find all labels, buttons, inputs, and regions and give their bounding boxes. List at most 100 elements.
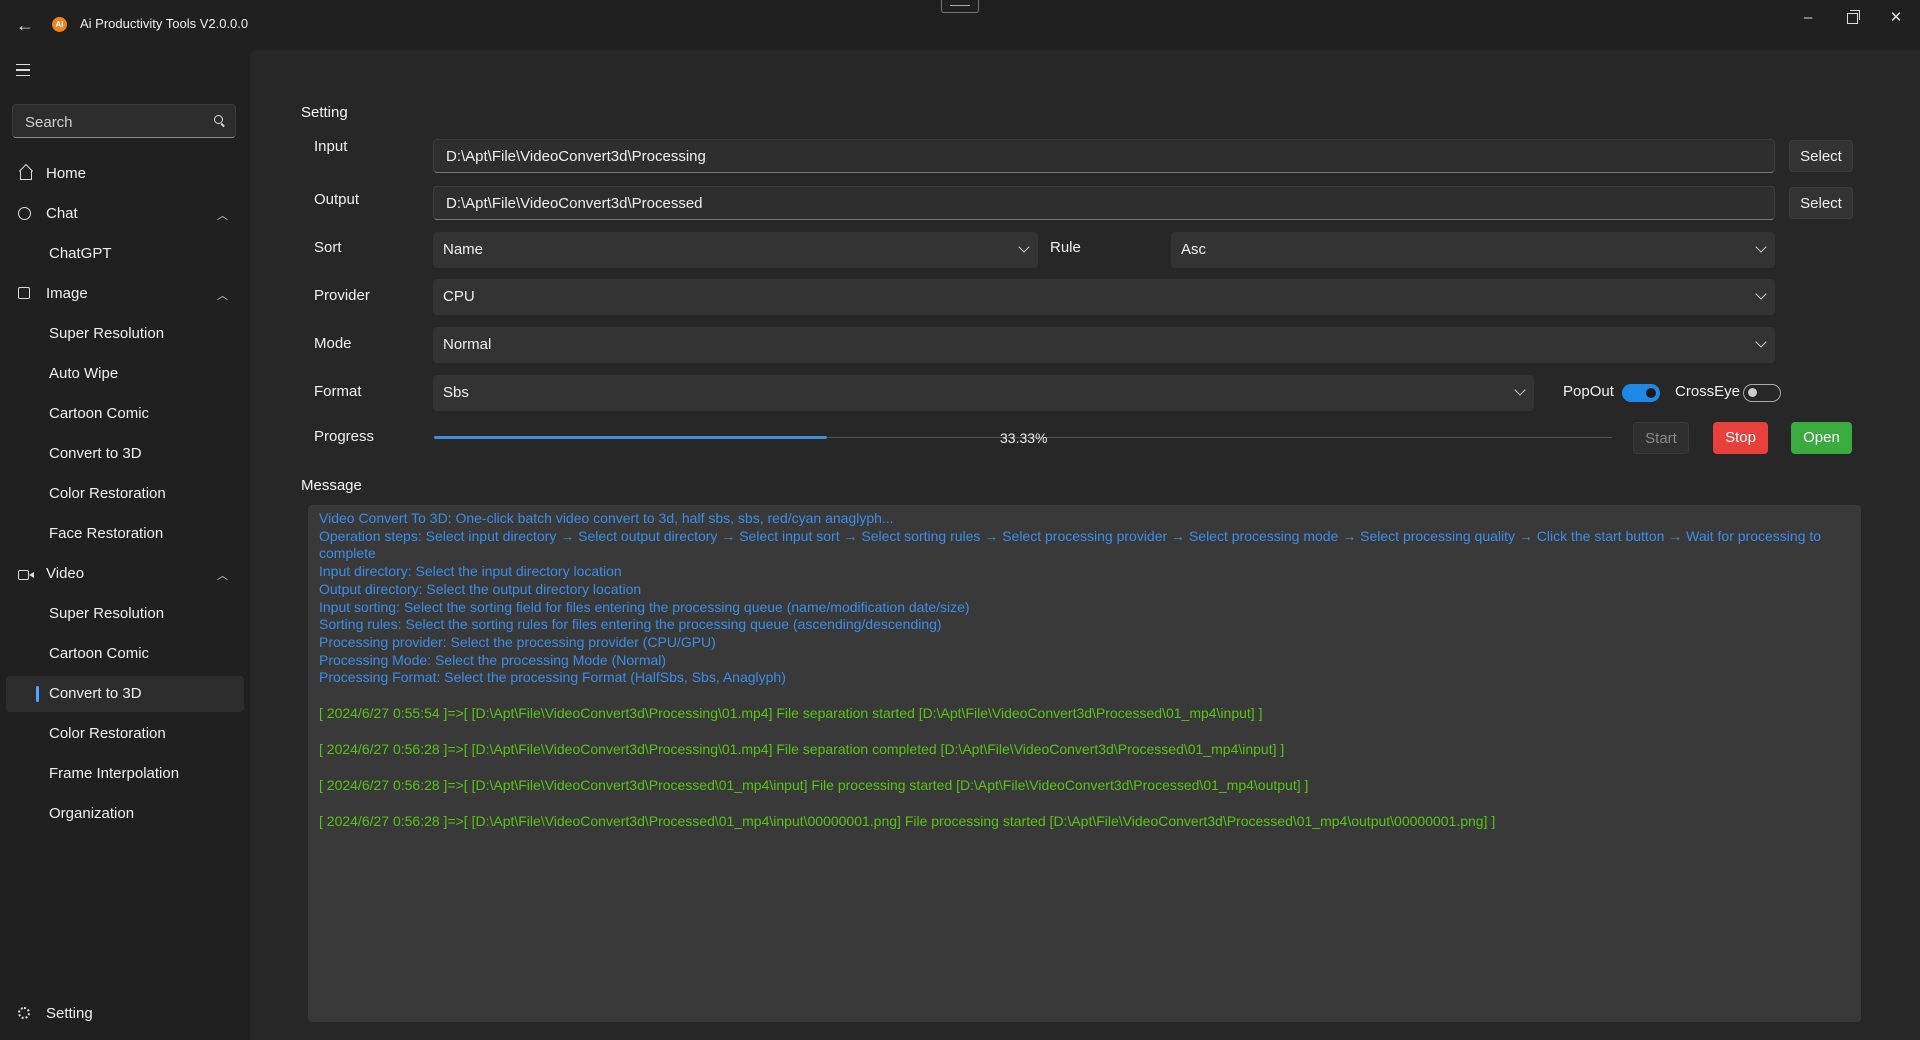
sidebar-item-setting[interactable]: Setting xyxy=(6,996,244,1032)
input-label: Input xyxy=(314,138,348,155)
close-button[interactable]: ✕ xyxy=(1878,6,1914,30)
sidebar-item-organization[interactable]: Organization xyxy=(6,796,244,832)
chevron-down-icon xyxy=(1755,336,1767,348)
stop-button[interactable]: Stop xyxy=(1713,422,1768,454)
provider-dropdown[interactable]: CPU xyxy=(433,279,1775,315)
message-intro-line: Processing Format: Select the processing… xyxy=(319,669,786,686)
format-label: Format xyxy=(314,383,362,400)
message-intro: Video Convert To 3D: One-click batch vid… xyxy=(319,510,1859,687)
progress-percent: 33.33% xyxy=(1000,430,1048,446)
message-intro-line: Processing provider: Select the processi… xyxy=(319,633,716,650)
home-icon xyxy=(20,171,32,180)
mode-dropdown[interactable]: Normal xyxy=(433,327,1775,363)
sidebar-group-image[interactable]: Image ︿ xyxy=(6,276,244,312)
sidebar-item-video-color-restoration[interactable]: Color Restoration xyxy=(6,716,244,752)
sidebar-item-image-color-restoration[interactable]: Color Restoration xyxy=(6,476,244,512)
sidebar-item-label: Super Resolution xyxy=(49,325,165,342)
rule-value: Asc xyxy=(1181,241,1207,258)
sidebar-item-label: ChatGPT xyxy=(49,245,112,262)
rule-dropdown[interactable]: Asc xyxy=(1171,232,1775,268)
input-select-button[interactable]: Select xyxy=(1789,140,1853,172)
sidebar-item-label: Convert to 3D xyxy=(49,685,142,702)
sidebar-item-label: Chat xyxy=(46,205,78,222)
sidebar-item-label: Cartoon Comic xyxy=(49,405,150,422)
input-directory-value: D:\Apt\File\VideoConvert3d\Processing xyxy=(446,148,706,165)
message-log-panel[interactable]: Video Convert To 3D: One-click batch vid… xyxy=(308,505,1861,1022)
message-intro-line: Video Convert To 3D: One-click batch vid… xyxy=(319,510,894,526)
open-button[interactable]: Open xyxy=(1791,422,1852,454)
popout-toggle[interactable] xyxy=(1622,384,1660,402)
sidebar-item-label: Color Restoration xyxy=(49,725,166,742)
output-directory-value: D:\Apt\File\VideoConvert3d\Processed xyxy=(446,195,703,212)
sidebar-item-chatgpt[interactable]: ChatGPT xyxy=(6,236,244,272)
chevron-down-icon xyxy=(1514,384,1526,396)
app-logo: AI xyxy=(52,17,67,32)
format-dropdown[interactable]: Sbs xyxy=(433,375,1534,411)
hamburger-menu-icon[interactable] xyxy=(16,64,30,76)
sort-value: Name xyxy=(443,241,484,258)
chevron-up-icon: ︿ xyxy=(217,570,228,582)
sidebar-item-label: Image xyxy=(46,285,88,302)
sidebar-item-video-cartoon-comic[interactable]: Cartoon Comic xyxy=(6,636,244,672)
message-intro-line: Input sorting: Select the sorting field … xyxy=(319,598,970,615)
sidebar-item-image-convert-to-3d[interactable]: Convert to 3D xyxy=(6,436,244,472)
chevron-up-icon: ︿ xyxy=(217,210,228,222)
output-directory-field[interactable]: D:\Apt\File\VideoConvert3d\Processed xyxy=(433,186,1775,220)
sidebar: Home Chat ︿ ChatGPT Image ︿ Super Resolu… xyxy=(0,50,250,1040)
sidebar-item-label: Auto Wipe xyxy=(49,365,119,382)
crosseye-toggle[interactable] xyxy=(1743,384,1781,402)
sidebar-item-label: Frame Interpolation xyxy=(49,765,180,782)
search-input[interactable] xyxy=(13,105,217,139)
restore-button[interactable] xyxy=(1834,6,1870,30)
popout-label: PopOut xyxy=(1563,383,1614,400)
search-box[interactable] xyxy=(12,104,236,139)
chevron-down-icon xyxy=(1755,288,1767,300)
restore-icon xyxy=(1846,9,1860,24)
title-bar: ← AI Ai Productivity Tools V2.0.0.0 – ✕ xyxy=(0,0,1920,50)
output-label: Output xyxy=(314,191,360,208)
message-section-title: Message xyxy=(301,477,362,494)
sidebar-item-video-super-resolution[interactable]: Super Resolution xyxy=(6,596,244,632)
provider-label: Provider xyxy=(314,287,370,304)
drag-handle[interactable] xyxy=(941,0,979,13)
crosseye-label: CrossEye xyxy=(1675,383,1741,400)
sidebar-item-label: Cartoon Comic xyxy=(49,645,150,662)
app-title: Ai Productivity Tools V2.0.0.0 xyxy=(80,16,249,31)
search-icon[interactable] xyxy=(214,115,223,124)
sidebar-item-label: Organization xyxy=(49,805,135,822)
video-icon xyxy=(18,570,29,580)
mode-value: Normal xyxy=(443,336,492,353)
minimize-button[interactable]: – xyxy=(1790,6,1826,30)
sidebar-item-home[interactable]: Home xyxy=(6,156,244,192)
sidebar-item-video-convert-to-3d[interactable]: Convert to 3D xyxy=(6,676,244,712)
sort-dropdown[interactable]: Name xyxy=(433,232,1038,268)
sidebar-item-face-restoration[interactable]: Face Restoration xyxy=(6,516,244,552)
message-intro-line: Operation steps: Select input directory … xyxy=(319,527,1822,562)
message-intro-line: Processing Mode: Select the processing M… xyxy=(319,651,667,668)
message-intro-line: Sorting rules: Select the sorting rules … xyxy=(319,616,942,633)
sidebar-item-label: Setting xyxy=(46,1005,93,1022)
chevron-down-icon xyxy=(1755,241,1767,253)
start-button[interactable]: Start xyxy=(1633,422,1689,454)
sort-label: Sort xyxy=(314,239,342,256)
log-line: [ 2024/6/27 0:56:28 ]=>[ [D:\Apt\File\Vi… xyxy=(319,777,1309,793)
setting-section-title: Setting xyxy=(301,104,348,121)
log-line: [ 2024/6/27 0:56:28 ]=>[ [D:\Apt\File\Vi… xyxy=(319,813,1496,829)
chevron-down-icon xyxy=(1018,241,1030,253)
back-arrow-icon[interactable]: ← xyxy=(14,14,36,36)
sidebar-item-auto-wipe[interactable]: Auto Wipe xyxy=(6,356,244,392)
gear-icon xyxy=(18,1007,30,1019)
sidebar-item-image-super-resolution[interactable]: Super Resolution xyxy=(6,316,244,352)
sidebar-item-label: Face Restoration xyxy=(49,525,164,542)
sidebar-item-label: Color Restoration xyxy=(49,485,166,502)
sidebar-group-chat[interactable]: Chat ︿ xyxy=(6,196,244,232)
sidebar-item-frame-interpolation[interactable]: Frame Interpolation xyxy=(6,756,244,792)
sidebar-item-label: Home xyxy=(46,165,87,182)
sidebar-item-label: Super Resolution xyxy=(49,605,165,622)
message-intro-line: Input directory: Select the input direct… xyxy=(319,563,622,580)
sidebar-item-image-cartoon-comic[interactable]: Cartoon Comic xyxy=(6,396,244,432)
log-line: [ 2024/6/27 0:55:54 ]=>[ [D:\Apt\File\Vi… xyxy=(319,705,1263,721)
input-directory-field[interactable]: D:\Apt\File\VideoConvert3d\Processing xyxy=(433,139,1775,173)
sidebar-group-video[interactable]: Video ︿ xyxy=(6,556,244,592)
output-select-button[interactable]: Select xyxy=(1789,187,1853,219)
